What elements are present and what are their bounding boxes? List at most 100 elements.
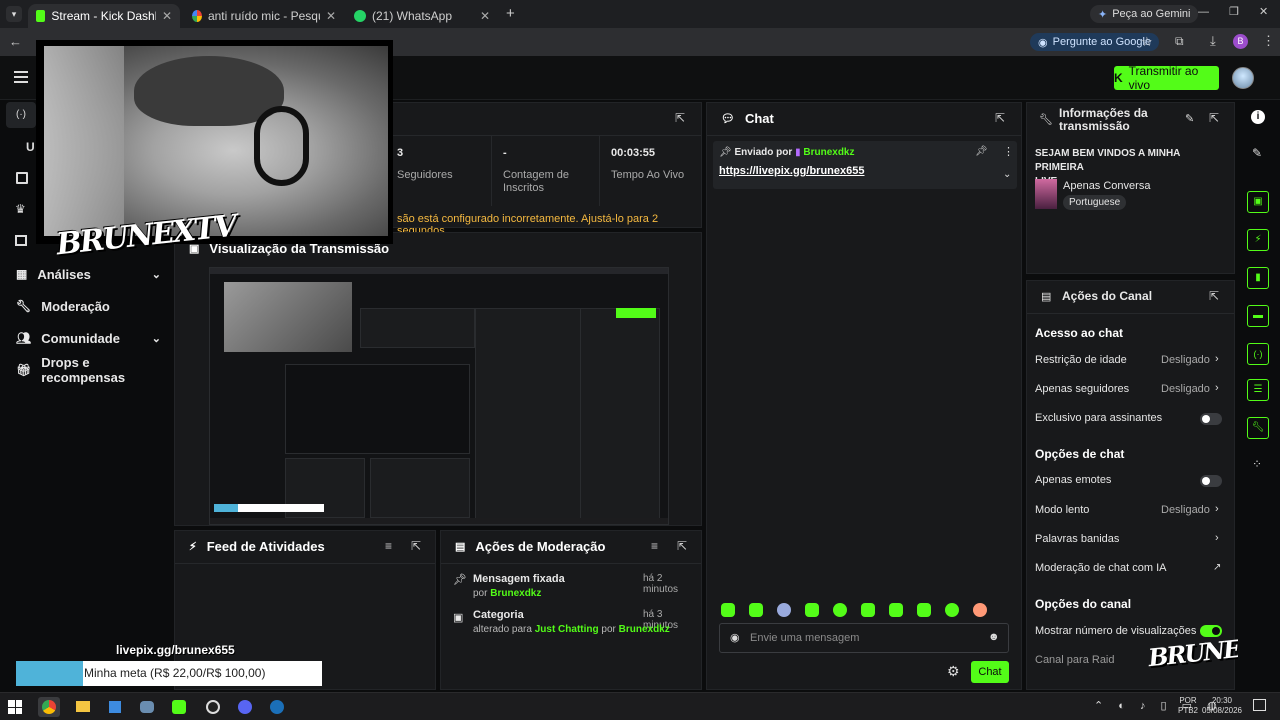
back-arrow-icon[interactable]: ← [9,34,22,49]
chevron-right-icon[interactable]: › [1215,382,1219,394]
emote-icon[interactable] [721,603,735,617]
sidebar-item-moderation[interactable]: 🔧︎ Moderação [16,296,161,316]
browser-menu-icon[interactable]: ⋮ [1262,33,1275,49]
moderation-user-link[interactable]: Brunexdkz [619,624,670,635]
profile-avatar[interactable]: B [1233,34,1248,49]
unpin-icon[interactable]: 📌︎ [975,146,988,157]
game-icon[interactable] [136,697,158,717]
calendar-icon[interactable] [15,235,27,246]
emote-icon[interactable] [861,603,875,617]
popout-icon[interactable]: ⇱ [995,111,1005,125]
moderation-user-link[interactable]: Brunexdkz [490,588,541,599]
chevron-right-icon[interactable]: › [1215,503,1219,515]
preview-video[interactable] [209,267,669,525]
pinned-user[interactable]: Brunexdkz [803,147,854,158]
ask-gemini-button[interactable]: ✦ Peça ao Gemini [1090,5,1199,23]
age-restriction-label[interactable]: Restrição de idade [1035,354,1127,366]
subs-only-toggle[interactable] [1200,413,1222,425]
emote-icon[interactable] [973,603,987,617]
language-indicator[interactable]: POR PTB2 [1178,696,1198,716]
tab-google-search[interactable]: anti ruído mic - Pesquisa Googl ✕ [184,4,344,28]
go-live-button[interactable]: K Transmitir ao vivo [1114,64,1219,92]
screen-capture-icon[interactable]: ▣ [1247,191,1269,213]
sidebar-item-drops[interactable]: 🎁︎ Drops e recompensas [16,355,161,385]
close-window-button[interactable]: ✕ [1259,5,1268,18]
edit-pencil-icon[interactable]: ✎ [1185,112,1194,125]
trophy-icon[interactable]: ♛ [15,202,26,216]
chevron-right-icon[interactable]: › [1215,532,1219,544]
file-explorer-icon[interactable] [72,697,94,717]
language-tag[interactable]: Portuguese [1063,195,1127,210]
emote-icon[interactable] [917,603,931,617]
store-icon[interactable] [104,697,126,717]
followers-only-label[interactable]: Apenas seguidores [1035,383,1129,395]
windows-start-icon[interactable] [8,700,22,714]
steam-icon[interactable] [266,697,288,717]
stream-nav-active[interactable]: (·) [6,102,36,128]
emote-icon[interactable] [945,603,959,617]
extensions-icon[interactable]: ⧉ [1175,34,1184,49]
document-icon[interactable]: ▮ [1247,267,1269,289]
close-icon[interactable]: ✕ [480,9,490,23]
notifications-icon[interactable] [1253,699,1266,711]
wrench-icon[interactable]: 🔧︎ [1247,417,1269,439]
popout-icon[interactable]: ⇱ [675,111,685,125]
external-link-icon[interactable]: ↗ [1213,562,1221,573]
chat-input[interactable]: ◉ Envie uma mensagem ☻ [719,623,1009,653]
layout-icon[interactable]: ☰ [1247,379,1269,401]
popout-icon[interactable]: ⇱ [1209,111,1219,125]
emotes-only-toggle[interactable] [1200,475,1222,487]
emote-icon[interactable] [833,603,847,617]
new-tab-button[interactable]: + [506,5,515,22]
pencil-icon[interactable]: ✎ [1252,146,1262,160]
category-name[interactable]: Apenas Conversa [1063,180,1150,192]
raid-channel-label[interactable]: Canal para Raid [1035,654,1115,666]
filter-icon[interactable]: ≡ [651,539,658,553]
filter-icon[interactable]: ≡ [385,539,392,553]
tab-whatsapp[interactable]: (21) WhatsApp ✕ [346,4,498,28]
chat-bubble-icon[interactable]: ▬ [1247,305,1269,327]
popout-icon[interactable]: ⇱ [1209,289,1219,303]
tab-kick-dashboard[interactable]: Stream - Kick Dashboard ✕ [28,4,180,28]
emoji-picker-icon[interactable]: ☻ [988,631,1000,643]
obs-icon[interactable] [202,697,224,717]
user-avatar[interactable] [1232,67,1254,89]
slow-mode-label[interactable]: Modo lento [1035,504,1089,516]
banned-words-label[interactable]: Palavras banidas [1035,533,1119,545]
close-icon[interactable]: ✕ [162,9,172,23]
more-options-icon[interactable]: ⋮ [1003,145,1014,158]
clock[interactable]: 20:30 05/08/2026 [1200,696,1244,716]
close-icon[interactable]: ✕ [326,9,336,23]
chat-settings-icon[interactable]: ⚙ [947,663,960,680]
chat-send-button[interactable]: Chat [971,661,1009,683]
chrome-icon[interactable] [38,697,60,717]
ai-moderation-label[interactable]: Moderação de chat com IA [1035,562,1166,574]
emote-icon[interactable] [777,603,791,617]
pinned-message[interactable]: 📌︎ Enviado por ▮ Brunexdkz 📌︎ ⋮ https://… [713,141,1017,189]
tab-search-button[interactable]: ▾ [6,6,22,22]
bookmark-star-icon[interactable]: ☆ [1141,34,1153,50]
maximize-button[interactable]: ❐ [1229,5,1239,18]
ask-google-button[interactable]: ◉ Pergunte ao Google [1030,33,1160,51]
popout-icon[interactable]: ⇱ [677,539,687,553]
emote-icon[interactable] [889,603,903,617]
chevron-right-icon[interactable]: › [1215,353,1219,365]
lightning-icon[interactable]: ⚡︎ [1247,229,1269,251]
minimize-button[interactable]: — [1198,6,1209,18]
emote-icon[interactable] [805,603,819,617]
info-icon[interactable]: i [1251,110,1265,124]
chevron-down-icon[interactable]: ⌄ [1003,169,1011,180]
pinned-link[interactable]: https://livepix.gg/brunex655 [719,165,864,177]
download-icon[interactable]: ⤓ [1210,33,1216,49]
apps-icon[interactable]: ⁘ [1252,457,1262,471]
category-link[interactable]: Just Chatting [535,624,599,635]
sidebar-item-analytics[interactable]: ▦ Análises ⌄ [16,264,161,284]
chart-icon[interactable] [16,172,28,184]
discord-icon[interactable] [234,697,256,717]
hamburger-menu-icon[interactable] [14,71,28,83]
kick-app-icon[interactable] [168,697,190,717]
popout-icon[interactable]: ⇱ [411,539,421,553]
broadcast-icon[interactable]: (·) [1247,343,1269,365]
emote-icon[interactable] [749,603,763,617]
sidebar-item-community[interactable]: 👥︎ Comunidade ⌄ [16,328,161,348]
